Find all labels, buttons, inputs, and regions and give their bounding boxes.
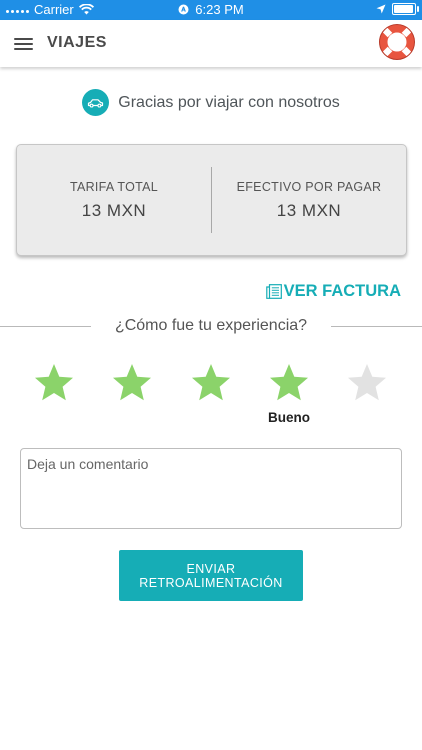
star-icon[interactable] — [189, 361, 233, 405]
star-icon[interactable] — [110, 361, 154, 405]
comment-field[interactable] — [20, 448, 402, 529]
fare-summary-card: TARIFA TOTAL 13 MXN EFECTIVO POR PAGAR 1… — [16, 144, 407, 256]
total-fare-label: TARIFA TOTAL — [69, 180, 159, 194]
star-icon[interactable] — [267, 361, 311, 405]
total-fare-section: TARIFA TOTAL 13 MXN — [17, 145, 211, 255]
car-icon — [82, 89, 110, 116]
star-icon[interactable] — [345, 361, 389, 405]
status-center: 6:23 PM — [0, 2, 422, 18]
lifebuoy-icon[interactable] — [378, 23, 416, 61]
page-title: VIAJES — [47, 34, 107, 51]
app-header: VIAJES — [0, 20, 422, 67]
hamburger-menu-icon[interactable] — [14, 38, 33, 51]
alarm-icon — [178, 4, 189, 15]
location-arrow-icon — [376, 4, 386, 14]
rating-label: Bueno — [268, 410, 310, 425]
status-right — [376, 3, 419, 15]
cash-due-section: EFECTIVO POR PAGAR 13 MXN — [212, 145, 406, 255]
cash-due-value: 13 MXN — [276, 201, 342, 220]
status-time: 6:23 PM — [195, 2, 244, 17]
total-fare-value: 13 MXN — [81, 201, 147, 220]
cash-due-label: EFECTIVO POR PAGAR — [236, 180, 382, 194]
view-invoice-label: VER FACTURA — [283, 282, 401, 300]
thanks-text: Gracias por viajar con nosotros — [118, 93, 340, 111]
status-bar: Carrier 6:23 PM — [0, 0, 422, 20]
experience-question: ¿Cómo fue tu experiencia? — [114, 317, 308, 334]
submit-feedback-button[interactable]: ENVIAR RETROALIMENTACIÓN — [119, 550, 303, 601]
document-icon — [265, 284, 282, 299]
battery-icon — [392, 3, 419, 15]
star-icon[interactable] — [32, 361, 76, 405]
thanks-banner: Gracias por viajar con nosotros — [0, 89, 422, 116]
star-rating — [0, 361, 422, 405]
view-invoice-link[interactable]: VER FACTURA — [265, 282, 401, 301]
